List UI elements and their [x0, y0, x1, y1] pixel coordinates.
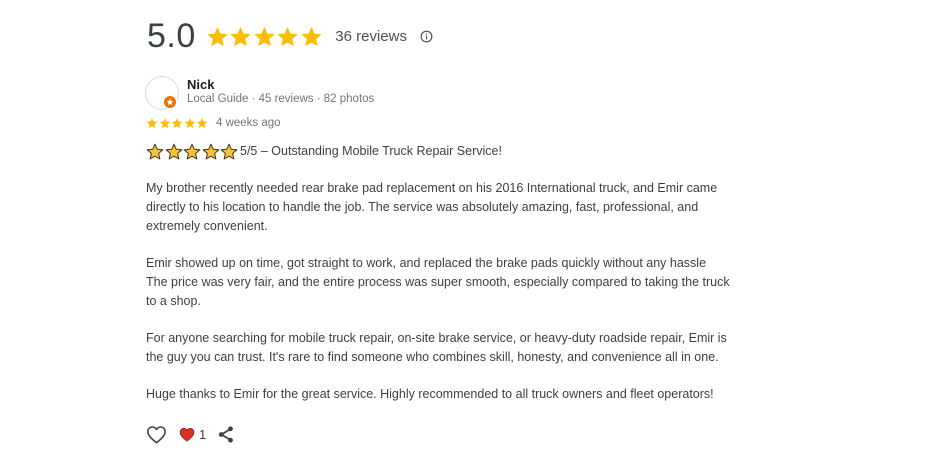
review-line: Huge thanks to Emir for the great servic… — [146, 387, 714, 401]
star-icon-1 — [206, 25, 230, 48]
review-line: the guy you can trust. It's rare to find… — [146, 350, 719, 364]
review-actions: 1 — [146, 424, 235, 444]
review-line: For anyone searching for mobile truck re… — [146, 331, 727, 345]
star-emoji-icon-3 — [183, 143, 202, 160]
share-button[interactable] — [217, 425, 235, 444]
star-emoji-icon-2 — [165, 143, 184, 160]
rating-summary: 5.0 36 reviews — [147, 14, 433, 58]
info-icon[interactable] — [420, 30, 433, 43]
star-icon-3 — [253, 25, 277, 48]
star-emoji-icon-1 — [146, 143, 165, 160]
review-headline: 5/5 – Outstanding Mobile Truck Repair Se… — [240, 144, 502, 158]
review-paragraph: Huge thanks to Emir for the great servic… — [146, 385, 786, 404]
heart-outline-icon — [146, 425, 167, 444]
star-icon-3 — [171, 117, 184, 129]
average-star-rating — [206, 25, 324, 48]
headline-star-emojis — [146, 143, 239, 160]
reviewer-name[interactable]: Nick — [187, 77, 214, 92]
review-line: extremely convenient. — [146, 219, 268, 233]
review-line: Emir showed up on time, got straight to … — [146, 256, 707, 270]
review-line: The price was very fair, and the entire … — [146, 275, 730, 289]
local-guide-badge-icon — [163, 95, 177, 109]
red-heart-icon — [179, 427, 195, 442]
share-icon — [217, 425, 235, 444]
review-paragraph: For anyone searching for mobile truck re… — [146, 329, 786, 367]
review-date: 4 weeks ago — [216, 117, 281, 129]
star-icon-5 — [300, 25, 324, 48]
reaction-count: 1 — [199, 426, 207, 442]
star-emoji-icon-5 — [220, 143, 239, 160]
star-icon-5 — [196, 117, 209, 129]
star-icon-4 — [184, 117, 197, 129]
average-rating: 5.0 — [147, 16, 196, 55]
review-line: directly to his location to handle the j… — [146, 200, 699, 214]
review-line: to a shop. — [146, 294, 201, 308]
star-icon-2 — [159, 117, 172, 129]
star-icon-4 — [276, 25, 300, 48]
star-emoji-icon-4 — [202, 143, 221, 160]
review-paragraph: My brother recently needed rear brake pa… — [146, 179, 786, 236]
review-count[interactable]: 36 reviews — [335, 28, 407, 45]
review-star-rating — [146, 117, 209, 129]
star-icon-1 — [146, 117, 159, 129]
review-line: My brother recently needed rear brake pa… — [146, 181, 718, 195]
review-body: My brother recently needed rear brake pa… — [146, 179, 786, 422]
reviewer-meta: Local Guide · 45 reviews · 82 photos — [187, 93, 375, 105]
review-paragraph: Emir showed up on time, got straight to … — [146, 254, 786, 311]
like-button[interactable] — [146, 425, 167, 444]
star-icon-2 — [229, 25, 253, 48]
reaction-button[interactable]: 1 — [179, 427, 206, 442]
